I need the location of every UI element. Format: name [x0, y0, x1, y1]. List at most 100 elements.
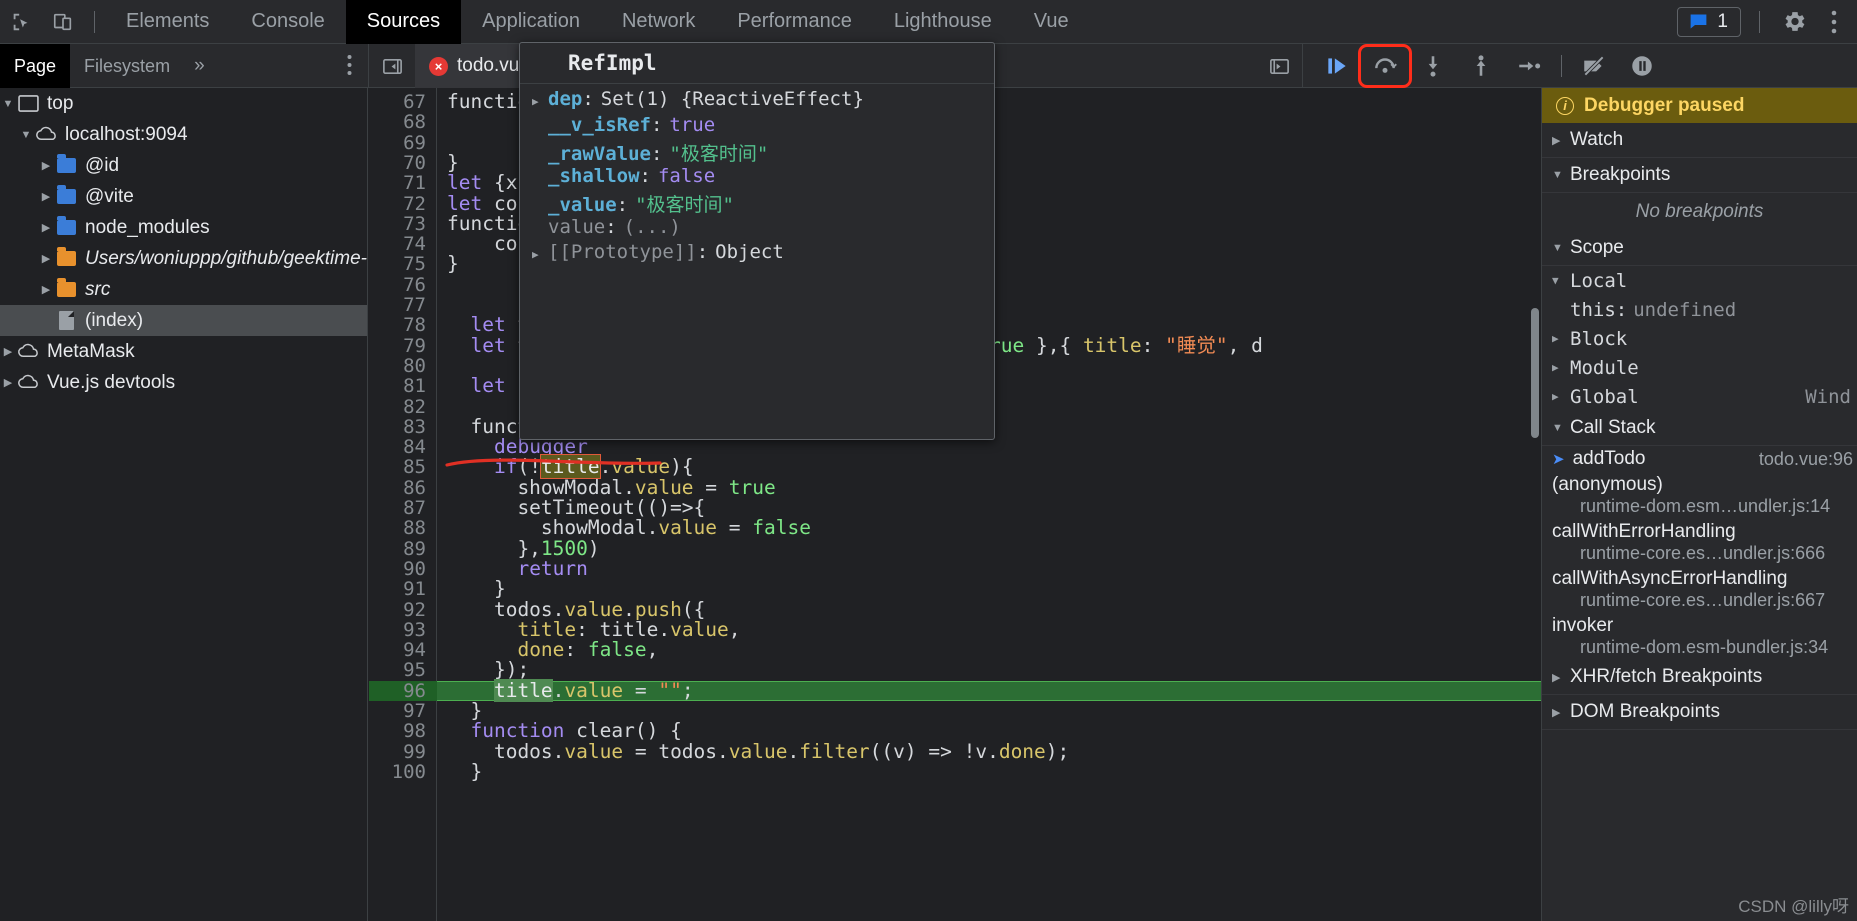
device-toolbar-icon[interactable] — [42, 0, 84, 44]
sidebar-section-xhr-breakpoints[interactable]: XHR/fetch Breakpoints — [1542, 660, 1857, 695]
tab-vue[interactable]: Vue — [1013, 0, 1090, 44]
popover-property-row[interactable]: value: (...) — [532, 216, 994, 242]
popover-property-row[interactable]: _rawValue: "极客时间" — [532, 139, 994, 165]
line-number[interactable]: 79 — [369, 335, 436, 356]
line-number[interactable]: 75 — [369, 254, 436, 275]
step-over-icon[interactable] — [1358, 44, 1412, 88]
line-number[interactable]: 90 — [369, 559, 436, 580]
line-number[interactable]: 78 — [369, 315, 436, 336]
code-line[interactable]: todos.value = todos.value.filter((v) => … — [447, 741, 1069, 762]
code-line[interactable]: } — [447, 761, 482, 782]
popover-property-row[interactable]: __v_isRef: true — [532, 114, 994, 140]
chevron-down-icon[interactable] — [18, 129, 34, 141]
code-line[interactable]: },1500) — [447, 538, 599, 559]
code-line[interactable]: cou — [447, 233, 529, 254]
line-number[interactable]: 82 — [369, 396, 436, 417]
code-line[interactable]: }); — [447, 660, 529, 681]
line-number[interactable]: 99 — [369, 741, 436, 762]
line-number[interactable]: 100 — [369, 762, 436, 783]
sidebar-section-watch[interactable]: Watch — [1542, 123, 1857, 158]
navigator-tab-page[interactable]: Page — [0, 44, 71, 88]
tree-item-node-modules[interactable]: node_modules — [0, 212, 367, 243]
chevron-right-icon[interactable] — [0, 345, 16, 358]
line-number[interactable]: 83 — [369, 416, 436, 437]
code-line[interactable]: let cou — [447, 193, 529, 214]
chevron-right-icon[interactable] — [38, 221, 54, 234]
tab-elements[interactable]: Elements — [105, 0, 230, 44]
call-stack-frame[interactable]: ➤ addTodo todo.vue:96 — [1542, 446, 1857, 472]
chevron-down-icon[interactable] — [1552, 274, 1570, 287]
code-line[interactable]: functio — [447, 91, 529, 112]
scope-entry-module[interactable]: Module — [1542, 353, 1857, 382]
line-number[interactable]: 91 — [369, 579, 436, 600]
code-line[interactable]: } — [447, 254, 459, 275]
tree-item-src[interactable]: src — [0, 274, 367, 305]
chevron-right-icon[interactable] — [0, 376, 16, 389]
popover-property-row[interactable]: dep: Set(1) {ReactiveEffect} — [532, 88, 994, 114]
chevron-down-icon[interactable] — [0, 98, 16, 110]
step-out-icon[interactable] — [1457, 47, 1505, 85]
tree-item-users-woniuppp-github-geektime-[interactable]: Users/woniuppp/github/geektime- — [0, 243, 367, 274]
line-number[interactable]: 87 — [369, 498, 436, 519]
tab-console[interactable]: Console — [230, 0, 345, 44]
tree-item-metamask[interactable]: MetaMask — [0, 336, 367, 367]
line-number[interactable]: 97 — [369, 701, 436, 722]
tab-lighthouse[interactable]: Lighthouse — [873, 0, 1013, 44]
file-navigator[interactable]: top localhost:9094 @id @vite node_modules Use… — [0, 88, 368, 921]
line-number[interactable]: 73 — [369, 213, 436, 234]
inspect-cursor-icon[interactable] — [0, 0, 42, 44]
chevron-right-icon[interactable] — [1552, 390, 1570, 403]
code-line[interactable]: let t — [447, 335, 529, 356]
call-stack-frame[interactable]: invoker runtime-dom.esm-bundler.js:34 — [1542, 613, 1857, 660]
sidebar-section-breakpoints[interactable]: Breakpoints — [1542, 158, 1857, 193]
code-line[interactable]: return — [447, 558, 587, 579]
tab-performance[interactable]: Performance — [716, 0, 873, 44]
line-number[interactable]: 94 — [369, 640, 436, 661]
tree-item-localhost-9094[interactable]: localhost:9094 — [0, 119, 367, 150]
code-line[interactable]: showModal.value = true — [447, 477, 775, 498]
editor-scrollbar[interactable] — [1531, 308, 1539, 438]
code-line[interactable]: function clear() { — [447, 720, 681, 741]
line-number[interactable]: 85 — [369, 457, 436, 478]
code-line[interactable]: let s — [447, 375, 529, 396]
chevron-right-icon[interactable] — [532, 248, 548, 261]
line-number[interactable]: 88 — [369, 518, 436, 539]
code-line[interactable]: title.value = ""; — [447, 678, 694, 702]
sidebar-section-dom-breakpoints[interactable]: DOM Breakpoints — [1542, 695, 1857, 730]
navigator-tab-filesystem[interactable]: Filesystem — [70, 44, 184, 88]
step-icon[interactable] — [1505, 47, 1553, 85]
chevron-right-icon[interactable] — [38, 159, 54, 172]
call-stack-frame[interactable]: (anonymous) runtime-dom.esm…undler.js:14 — [1542, 472, 1857, 519]
chevron-right-icon[interactable] — [1552, 361, 1570, 374]
scope-entry-global[interactable]: Global Wind — [1542, 382, 1857, 411]
kebab-menu-icon[interactable] — [1819, 9, 1849, 35]
call-stack-frame[interactable]: callWithAsyncErrorHandling runtime-core.e… — [1542, 566, 1857, 613]
line-number[interactable]: 67 — [369, 92, 436, 113]
chevron-right-icon[interactable] — [38, 190, 54, 203]
object-popover-refimpl[interactable]: RefImpl dep: Set(1) {ReactiveEffect} __v_i… — [519, 42, 995, 440]
line-number[interactable]: 69 — [369, 132, 436, 153]
line-number[interactable]: 95 — [369, 660, 436, 681]
code-line[interactable]: functio — [447, 213, 529, 234]
tree-item--vite[interactable]: @vite — [0, 181, 367, 212]
tab-network[interactable]: Network — [601, 0, 716, 44]
line-number[interactable]: 72 — [369, 193, 436, 214]
tree-item--index-[interactable]: (index) — [0, 305, 367, 336]
line-number[interactable]: 81 — [369, 376, 436, 397]
code-line[interactable]: title: title.value, — [447, 619, 740, 640]
gear-icon[interactable] — [1770, 9, 1819, 34]
code-line[interactable]: setTimeout(()=>{ — [447, 497, 705, 518]
file-tab-todo-vue[interactable]: × todo.vu — [415, 44, 534, 88]
chevron-right-icon[interactable] — [38, 252, 54, 265]
popover-property-row[interactable]: _value: "极客时间" — [532, 190, 994, 216]
line-number[interactable]: 86 — [369, 477, 436, 498]
sidebar-section-scope[interactable]: Scope — [1542, 231, 1857, 266]
line-number[interactable]: 68 — [369, 112, 436, 133]
more-tabs-chevron-icon[interactable]: » — [184, 55, 215, 77]
scope-entry-local[interactable]: Local — [1542, 266, 1857, 295]
popover-property-row[interactable]: [[Prototype]]: Object — [532, 241, 994, 267]
line-number[interactable]: 70 — [369, 153, 436, 174]
code-line[interactable]: } — [447, 578, 506, 599]
line-number[interactable]: 74 — [369, 234, 436, 255]
code-line[interactable]: showModal.value = false — [447, 517, 811, 538]
